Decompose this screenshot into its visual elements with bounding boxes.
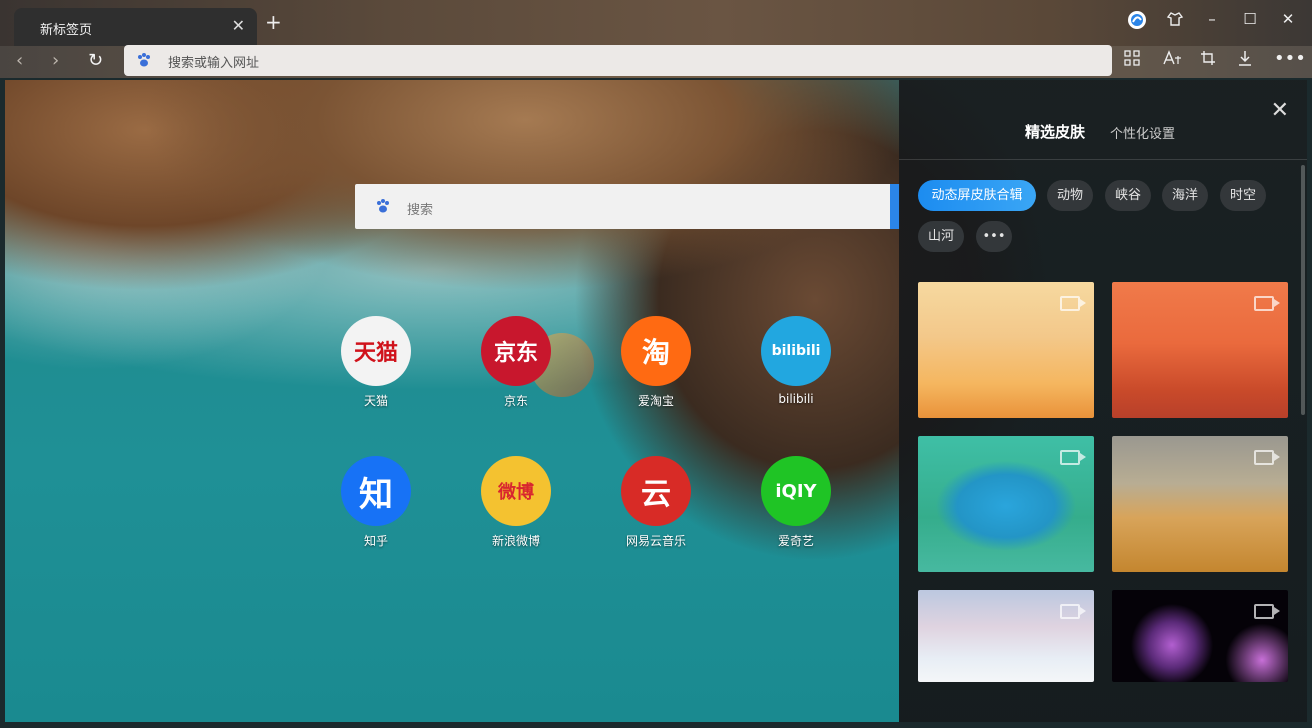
divider	[899, 159, 1307, 160]
bilibili-icon: bilibili	[761, 316, 831, 386]
tab-close-icon[interactable]: ✕	[232, 16, 245, 35]
shortcut-netease-music[interactable]: 云 网易云音乐	[611, 456, 701, 549]
skin-thumbnail[interactable]	[1112, 590, 1288, 682]
video-icon	[1254, 296, 1280, 311]
search-placeholder: 搜索	[407, 203, 434, 218]
shortcut-label: 爱淘宝	[637, 394, 674, 408]
back-icon[interactable]: ‹	[16, 50, 23, 71]
iqiyi-icon: iQIY	[761, 456, 831, 526]
taobao-icon: 淘	[621, 316, 691, 386]
toolbar: ‹ › ↻ 搜索或输入网址 •••	[0, 45, 1312, 78]
close-window-icon[interactable]: ✕	[1276, 10, 1300, 28]
tab-featured-skins[interactable]: 精选皮肤	[1025, 121, 1085, 142]
video-icon	[1254, 604, 1280, 619]
skin-thumbnail[interactable]	[918, 590, 1094, 682]
tab-title: 新标签页	[40, 23, 93, 38]
apps-grid-icon[interactable]	[1124, 50, 1140, 70]
baidu-paw-icon	[136, 52, 152, 72]
refresh-icon[interactable]: ↻	[88, 50, 103, 71]
video-icon	[1060, 604, 1086, 619]
skin-thumbnail[interactable]	[918, 282, 1094, 418]
address-bar[interactable]: 搜索或输入网址	[124, 45, 1112, 76]
category-chip-canyon[interactable]: 峡谷	[1105, 180, 1151, 211]
forward-icon[interactable]: ›	[52, 50, 59, 71]
shortcut-label: 知乎	[363, 534, 388, 548]
jd-icon: 京东	[481, 316, 551, 386]
shortcut-zhihu[interactable]: 知 知乎	[331, 456, 421, 549]
shortcut-label: 天猫	[363, 394, 388, 408]
category-chip-dynamic[interactable]: 动态屏皮肤合辑	[918, 180, 1036, 211]
search-box[interactable]: 搜索	[355, 184, 900, 229]
shortcut-label: 京东	[503, 394, 528, 408]
shortcut-label: 网易云音乐	[625, 534, 686, 548]
tab-bar: 新标签页 ✕ + – ☐ ✕	[0, 0, 1312, 46]
shortcut-label: 新浪微博	[491, 534, 540, 548]
new-tab-icon[interactable]: +	[265, 10, 282, 34]
shortcut-jd[interactable]: 京东 京东	[471, 316, 561, 409]
address-placeholder: 搜索或输入网址	[168, 56, 260, 71]
zhihu-icon: 知	[341, 456, 411, 526]
maximize-icon[interactable]: ☐	[1238, 10, 1262, 28]
more-categories-button[interactable]: •••	[976, 221, 1012, 252]
baidu-paw-icon	[375, 198, 391, 218]
video-icon	[1254, 450, 1280, 465]
download-icon[interactable]	[1237, 50, 1253, 70]
shortcut-weibo[interactable]: 微博 新浪微博	[471, 456, 561, 549]
shortcut-label: bilibili	[778, 392, 814, 406]
shortcut-iqiyi[interactable]: iQIY 爱奇艺	[751, 456, 841, 549]
category-chip-animals[interactable]: 动物	[1047, 180, 1093, 211]
skin-thumbnail[interactable]	[1112, 436, 1288, 572]
video-icon	[1060, 296, 1086, 311]
category-chip-spacetime[interactable]: 时空	[1220, 180, 1266, 211]
tmall-icon: 天猫	[341, 316, 411, 386]
close-panel-icon[interactable]: ✕	[1271, 98, 1289, 123]
category-chip-ocean[interactable]: 海洋	[1162, 180, 1208, 211]
crop-screenshot-icon[interactable]	[1200, 50, 1216, 70]
skin-icon[interactable]	[1163, 10, 1187, 32]
video-icon	[1060, 450, 1086, 465]
panel-scrollbar[interactable]	[1301, 165, 1305, 415]
browser-logo-icon[interactable]	[1125, 10, 1149, 34]
skin-thumbnail[interactable]	[1112, 282, 1288, 418]
skin-thumbnail[interactable]	[918, 436, 1094, 572]
minimize-icon[interactable]: –	[1200, 10, 1224, 28]
shortcut-label: 爱奇艺	[777, 534, 814, 548]
more-menu-icon[interactable]: •••	[1274, 48, 1306, 69]
tab-personalization[interactable]: 个性化设置	[1110, 123, 1175, 142]
tab-new-tab[interactable]: 新标签页 ✕	[14, 8, 257, 46]
shortcut-tmall[interactable]: 天猫 天猫	[331, 316, 421, 409]
translate-icon[interactable]	[1162, 50, 1182, 70]
weibo-icon: 微博	[481, 456, 551, 526]
netease-music-icon: 云	[621, 456, 691, 526]
shortcut-aitaobao[interactable]: 淘 爱淘宝	[611, 316, 701, 409]
shortcut-bilibili[interactable]: bilibili bilibili	[751, 316, 841, 406]
skin-panel: ✕ 精选皮肤 个性化设置 动态屏皮肤合辑 动物 峡谷 海洋 时空 山河 •••	[899, 80, 1307, 722]
category-chip-mountains[interactable]: 山河	[918, 221, 964, 252]
